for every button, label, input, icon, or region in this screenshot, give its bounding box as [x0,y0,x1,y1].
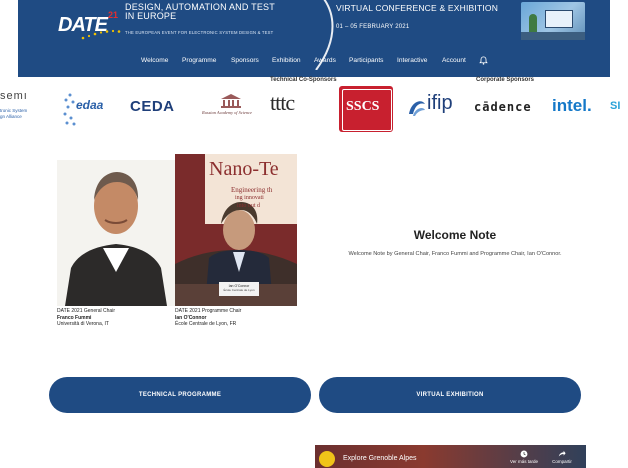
sponsor-tttc[interactable]: tttc [270,86,330,134]
virtual-desk-image [521,2,585,40]
sponsor-russian-academy[interactable]: Russian Academy of Science [200,86,264,134]
nav-sponsors[interactable]: Sponsors [231,57,259,64]
sscs-logo-text: SSCS [346,99,380,114]
video-title[interactable]: Explore Grenoble Alpes [343,455,417,462]
watch-later-label: Ver más tarde [509,459,538,464]
nav-programme[interactable]: Programme [182,57,216,64]
tttc-logo-text: tttc [270,90,295,115]
site-header: DATE 21 DESIGN, AUTOMATION AND TEST IN E… [18,0,610,77]
programme-chair-photo: Nano-Te Engineering th ing innovati into… [175,154,297,306]
logo-year: 21 [108,10,119,20]
intel-logo-text: intel. [552,96,592,115]
building-icon [221,94,241,108]
general-chair-caption: DATE 2021 General Chair Franco Fummi Uni… [57,308,115,328]
conference-title: VIRTUAL CONFERENCE & EXHIBITION [336,3,499,13]
semi-sub2: gn Alliance [0,114,22,119]
welcome-title: Welcome Note [413,228,497,242]
caption-affiliation: École Centrale de Lyon, FR [175,321,237,327]
tagline-line2: IN EUROPE [125,11,177,21]
programme-chair-caption: DATE 2021 Programme Chair Ian O'Connor É… [175,308,241,328]
banner-text-4: into out d [237,203,261,209]
ifip-swirl-icon [409,101,425,116]
share-label: Compartir [552,459,572,464]
si-logo-text: SI [610,100,621,112]
banner-text-3: ing innovati [235,195,264,201]
sponsor-semi[interactable]: semı tronic System gn Alliance [0,86,56,134]
channel-avatar[interactable] [319,451,335,467]
share-control[interactable]: Compartir [547,450,577,464]
banner-text-1: Nano-Te [209,158,279,180]
caption-affiliation: Università di Verona, IT [57,321,109,327]
video-embed[interactable]: Explore Grenoble Alpes Ver más tarde Com… [315,445,586,468]
caption-role: DATE 2021 General Chair [57,308,115,314]
sponsor-sscs[interactable]: SSCS [339,86,395,134]
cadence-logo-text: cādence [474,100,532,114]
name-badge-sub: École Centrale de Lyon [223,288,255,292]
date-logo[interactable]: DATE 21 [58,10,130,40]
desk-shape [521,32,585,40]
sponsor-ifip[interactable]: ifip [407,86,469,134]
general-chair-photo [57,160,175,306]
stars-icon [81,29,121,40]
caption-role: DATE 2021 Programme Chair [175,308,242,314]
technical-programme-button[interactable]: TECHNICAL PROGRAMME [49,377,311,413]
russian-academy-text: Russian Academy of Science [202,110,253,115]
sponsor-cadence[interactable]: cādence [474,86,538,134]
clock-icon [520,450,528,458]
tagline: DESIGN, AUTOMATION AND TEST IN EUROPE [125,3,325,21]
sponsor-si[interactable]: SI [610,86,628,134]
ifip-logo-text: ifip [427,92,453,114]
sponsor-intel[interactable]: intel. [552,86,602,134]
plant-shape [529,14,537,32]
banner-text-2: Engineering th [231,186,273,194]
edaa-logo-text: edaa [76,98,104,112]
bell-icon[interactable] [479,56,488,65]
person-portrait-1 [57,160,175,306]
semi-logo-text: semı [0,90,28,102]
sponsor-edaa[interactable]: edaa [62,86,122,134]
nav-welcome[interactable]: Welcome [141,57,168,64]
main-nav: Welcome Programme Sponsors Exhibition Aw… [18,52,610,72]
conference-dates: 01 – 05 FEBRUARY 2021 [336,24,410,30]
sponsor-ceda[interactable]: CEDA [130,86,190,134]
nav-account[interactable]: Account [442,57,466,64]
nav-awards[interactable]: Awards [314,57,336,64]
share-arrow-icon [558,450,566,457]
welcome-text: Welcome Note by General Chair, Franco Fu… [348,251,562,257]
technical-sponsors-heading: Technical Co-Sponsors [270,77,337,83]
monitor-shape [545,10,573,28]
semi-sub: tronic System [0,108,28,113]
nav-exhibition[interactable]: Exhibition [272,57,301,64]
nav-interactive[interactable]: Interactive [397,57,427,64]
corporate-sponsors-heading: Corporate Sponsors [476,77,535,83]
ceda-logo-text: CEDA [130,98,175,115]
name-badge: Ian O'Connor École Centrale de Lyon [219,282,259,296]
nav-participants[interactable]: Participants [349,57,383,64]
virtual-exhibition-button[interactable]: VIRTUAL EXHIBITION [319,377,581,413]
watch-later-control[interactable]: Ver más tarde [509,450,539,464]
